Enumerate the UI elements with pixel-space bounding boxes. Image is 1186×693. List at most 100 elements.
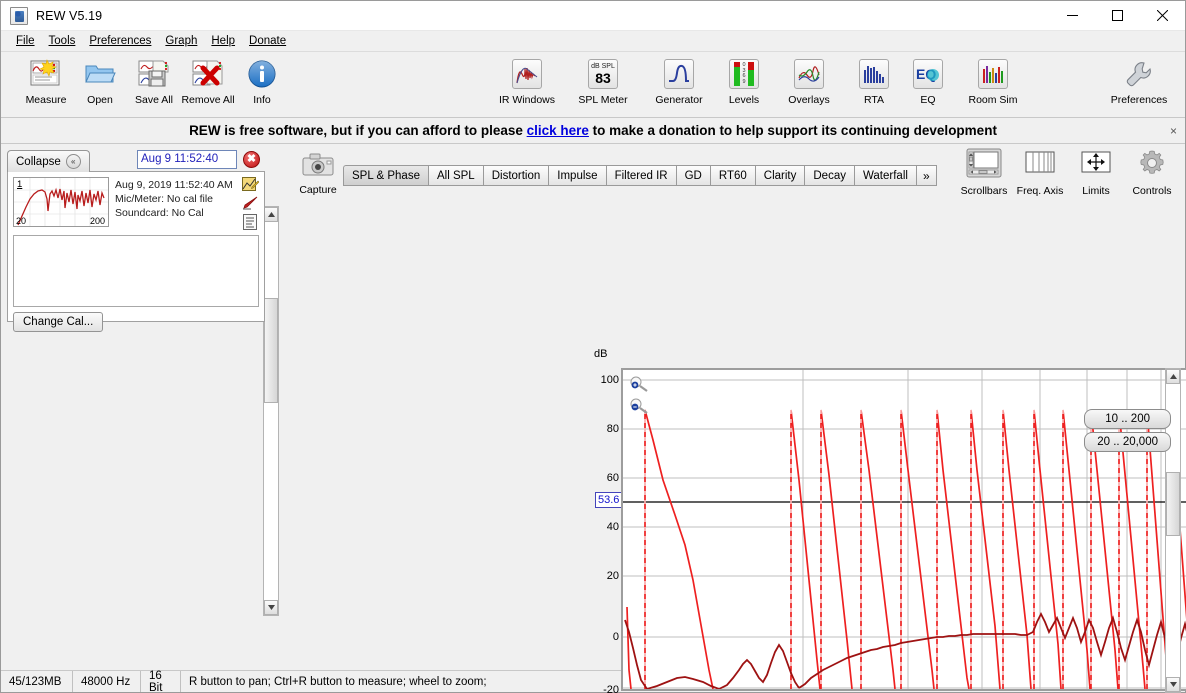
banner-after: to make a donation to help support its c…	[588, 123, 997, 138]
scrollbars-button[interactable]: Scrollbars	[957, 148, 1011, 197]
menu-tools-label: Tools	[48, 35, 76, 47]
menu-graph[interactable]: Graph	[158, 33, 204, 49]
title-bar: REW V5.19	[1, 1, 1185, 31]
delete-measurement-icon[interactable]: ✖	[243, 151, 260, 168]
pencil-icon[interactable]	[242, 196, 259, 210]
change-cal-button[interactable]: Change Cal...	[13, 312, 104, 332]
status-bitdepth: 16 Bit	[141, 670, 181, 693]
info-label: Info	[253, 94, 271, 106]
graph-tabs: SPL & Phase All SPL Distortion Impulse F…	[343, 164, 937, 186]
spl-meter-button[interactable]: dB SPL 83 SPL Meter	[565, 55, 641, 106]
edit-chart-icon[interactable]	[241, 177, 259, 192]
scroll-up-arrow[interactable]	[264, 207, 278, 222]
eq-label: EQ	[920, 94, 936, 106]
collapse-button[interactable]: Collapse «	[7, 150, 90, 172]
overlays-button[interactable]: Overlays	[771, 55, 847, 106]
tab-distortion[interactable]: Distortion	[482, 165, 549, 186]
donate-link[interactable]: click here	[527, 123, 589, 138]
levels-button[interactable]: 0369 Levels	[717, 55, 771, 106]
eq-button[interactable]: EQ EQ	[901, 55, 955, 106]
controls-button[interactable]: Controls	[1125, 148, 1179, 197]
measure-label: Measure	[25, 94, 67, 106]
range-button-20-20000[interactable]: 20 .. 20,000	[1084, 432, 1171, 452]
remove-all-button[interactable]: Remove All	[181, 55, 235, 106]
measure-icon	[29, 57, 63, 91]
zoom-in-icon[interactable]	[629, 376, 651, 392]
banner-close-button[interactable]: ×	[1170, 125, 1177, 137]
vscroll-up-arrow[interactable]	[1166, 369, 1180, 384]
y-tick-minus20: -20	[603, 684, 619, 693]
window-controls	[1050, 1, 1185, 31]
graph-panel: Capture SPL & Phase All SPL Distortion I…	[289, 144, 1186, 693]
info-button[interactable]: Info	[235, 55, 289, 106]
measurement-mic-cal: Mic/Meter: No cal file	[115, 193, 214, 205]
room-sim-label: Room Sim	[968, 94, 1018, 106]
window-title: REW V5.19	[36, 8, 103, 23]
save-all-icon	[137, 57, 171, 91]
measurement-name-input[interactable]: Aug 9 11:52:40	[137, 150, 237, 169]
tab-spl-and-phase[interactable]: SPL & Phase	[343, 165, 428, 186]
capture-button[interactable]: Capture	[295, 152, 341, 196]
tab-gd[interactable]: GD	[675, 165, 710, 186]
tab-more-button[interactable]: »	[915, 165, 937, 186]
measurement-notes-input[interactable]	[13, 235, 259, 307]
menu-help[interactable]: Help	[204, 33, 242, 49]
zoom-out-icon[interactable]	[629, 398, 651, 414]
save-all-button[interactable]: Save All	[127, 55, 181, 106]
vscroll-down-arrow[interactable]	[1166, 677, 1180, 692]
gear-icon	[1137, 148, 1167, 183]
freq-axis-button[interactable]: Freq. Axis	[1013, 148, 1067, 197]
thumb-x-max: 200	[89, 216, 105, 226]
donation-banner: REW is free software, but if you can aff…	[1, 118, 1185, 144]
open-button[interactable]: Open	[73, 55, 127, 106]
menu-tools[interactable]: Tools	[42, 33, 83, 49]
tab-waterfall[interactable]: Waterfall	[853, 165, 916, 186]
tab-decay[interactable]: Decay	[804, 165, 854, 186]
room-sim-button[interactable]: Room Sim	[955, 55, 1031, 106]
measure-button[interactable]: Measure	[19, 55, 73, 106]
measurement-card-top: 1 20 200 Aug 9, 2019 11:52:40 AM Mic/Met…	[8, 172, 264, 230]
close-button[interactable]	[1140, 1, 1185, 31]
range-button-10-200[interactable]: 10 .. 200	[1084, 409, 1171, 429]
rew-application-window: REW V5.19 File Tools Preferences Graph H…	[0, 0, 1186, 693]
generator-button[interactable]: Generator	[641, 55, 717, 106]
scroll-down-arrow[interactable]	[264, 600, 278, 615]
menu-donate[interactable]: Donate	[242, 33, 293, 49]
vscroll-thumb[interactable]	[1166, 471, 1180, 537]
menu-preferences-label: Preferences	[89, 35, 152, 47]
tab-clarity[interactable]: Clarity	[754, 165, 805, 186]
y-tick-0: 0	[612, 631, 619, 643]
graph-tools: Scrollbars Freq. Axis Limits Controls	[957, 148, 1179, 197]
y-axis-label-left: dB	[594, 348, 608, 360]
main-toolbar: Measure Open Save All Remove All Info IR…	[1, 52, 1185, 118]
tab-filtered-ir[interactable]: Filtered IR	[605, 165, 676, 186]
donation-banner-text: REW is free software, but if you can aff…	[189, 123, 997, 138]
measurements-scrollbar[interactable]	[263, 206, 279, 616]
tab-all-spl[interactable]: All SPL	[427, 165, 483, 186]
remove-all-icon	[191, 57, 225, 91]
eq-icon: EQ	[911, 57, 945, 91]
scrollbar-thumb[interactable]	[264, 297, 278, 404]
preferences-button[interactable]: Preferences	[1101, 55, 1177, 106]
menu-file[interactable]: File	[9, 33, 42, 49]
scrollbars-label: Scrollbars	[960, 185, 1008, 197]
limits-button[interactable]: Limits	[1069, 148, 1123, 197]
banner-before: REW is free software, but if you can aff…	[189, 123, 527, 138]
scrollbar-track[interactable]	[264, 222, 278, 600]
spl-cursor-badge[interactable]: 53.6	[595, 492, 622, 508]
ir-windows-button[interactable]: IR Windows	[489, 55, 565, 106]
measurement-thumbnail[interactable]: 1 20 200	[13, 177, 109, 227]
notes-icon[interactable]	[242, 214, 259, 230]
rta-button[interactable]: RTA	[847, 55, 901, 106]
tab-rt60[interactable]: RT60	[709, 165, 755, 186]
spl-series	[624, 611, 1186, 689]
menu-preferences[interactable]: Preferences	[82, 33, 158, 49]
status-memory: 45/123MB	[1, 671, 73, 692]
maximize-button[interactable]	[1095, 1, 1140, 31]
main-body: Collapse « Aug 9 11:52:40 ✖ 1 20 200 Aug…	[1, 144, 1186, 693]
measurements-panel: Collapse « Aug 9 11:52:40 ✖ 1 20 200 Aug…	[1, 144, 289, 670]
y-tick-100: 100	[600, 374, 619, 386]
tab-impulse[interactable]: Impulse	[548, 165, 606, 186]
java-app-icon	[10, 6, 28, 25]
minimize-button[interactable]	[1050, 1, 1095, 31]
